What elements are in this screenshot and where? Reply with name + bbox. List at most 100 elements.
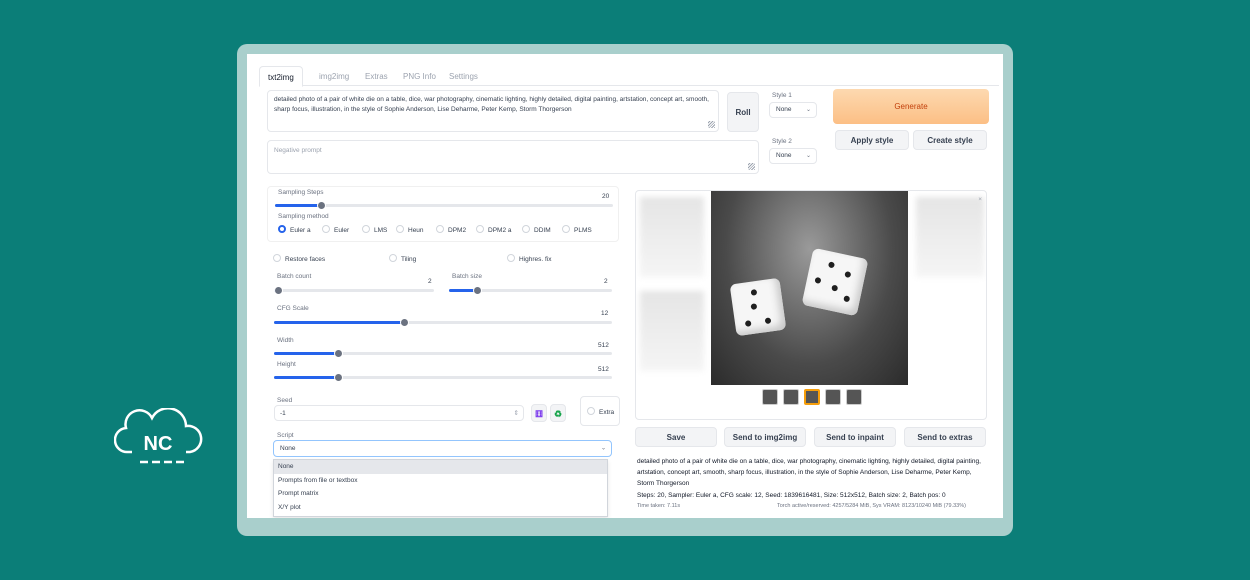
dropdown-option[interactable]: Prompts from file or textbox [274,474,607,488]
script-label: Script [277,432,294,439]
batch-count-slider[interactable] [274,286,434,295]
torch-info: Torch active/reserved: 4257/5284 MiB, Sy… [777,503,966,509]
height-value: 512 [598,366,609,373]
send-to-img2img-button[interactable]: Send to img2img [724,427,806,447]
dropdown-option[interactable]: None [274,460,607,474]
slider-handle[interactable] [334,349,343,358]
script-dropdown: None Prompts from file or textbox Prompt… [273,459,608,517]
radio-lms[interactable]: LMS [362,225,387,236]
style2-select[interactable]: None ⌄ [769,148,817,164]
highres-fix-checkbox[interactable]: Highres. fix [507,254,552,265]
nc-cloud-logo: NC [113,407,204,471]
output-params-text: Steps: 20, Sampler: Euler a, CFG scale: … [637,492,946,499]
dice-icon[interactable]: ⚅ [531,404,547,422]
send-to-extras-button[interactable]: Send to extras [904,427,986,447]
sampling-steps-label: Sampling Steps [278,189,324,196]
radio-euler-a[interactable]: Euler a [278,225,311,236]
negative-prompt-placeholder: Negative prompt [274,147,322,154]
tab-bar: txt2img img2img Extras PNG Info Settings [259,66,999,87]
sampling-steps-value: 20 [602,193,610,200]
webui-window: txt2img img2img Extras PNG Info Settings… [247,54,1003,518]
sampling-method-label: Sampling method [278,213,329,220]
restore-faces-checkbox[interactable]: Restore faces [273,254,325,265]
generate-button[interactable]: Generate [833,89,989,124]
seed-label: Seed [277,397,293,404]
width-slider[interactable] [274,349,612,358]
create-style-button[interactable]: Create style [913,130,987,150]
prompt-text: detailed photo of a pair of white die on… [274,96,709,113]
tab-extras[interactable]: Extras [357,66,396,87]
width-value: 512 [598,342,609,349]
apply-style-button[interactable]: Apply style [835,130,909,150]
logo-text: NC [144,433,173,455]
resize-handle-icon[interactable] [708,121,715,128]
width-label: Width [277,337,294,344]
prompt-input[interactable]: detailed photo of a pair of white die on… [267,90,719,132]
seed-value: -1 [280,410,286,417]
die-left [729,277,787,337]
radio-ddim[interactable]: DDIM [522,225,551,236]
style1-label: Style 1 [772,92,792,99]
generated-image[interactable] [711,191,908,385]
cfg-scale-slider[interactable] [274,318,612,327]
radio-dpm2-a[interactable]: DPM2 a [476,225,511,236]
die-right [801,247,869,317]
thumbnail[interactable] [783,389,799,405]
batch-size-slider[interactable] [449,286,612,295]
cfg-scale-value: 12 [601,310,609,317]
dropdown-option[interactable]: X/Y plot [274,501,607,515]
send-to-inpaint-button[interactable]: Send to inpaint [814,427,896,447]
thumbnail[interactable] [846,389,862,405]
slider-handle[interactable] [473,286,482,295]
save-button[interactable]: Save [635,427,717,447]
slider-handle[interactable] [317,201,326,210]
screenshot-frame: txt2img img2img Extras PNG Info Settings… [237,44,1013,536]
dropdown-option[interactable]: Prompt matrix [274,487,607,501]
sampling-panel: Sampling Steps 20 Sampling method Euler … [267,186,619,242]
chevron-down-icon: ⌄ [805,153,811,159]
tab-txt2img[interactable]: txt2img [259,66,303,87]
resize-handle-icon[interactable] [748,163,755,170]
recycle-icon[interactable]: ♻ [550,404,566,422]
negative-prompt-input[interactable]: Negative prompt [267,140,759,174]
thumbnail[interactable] [825,389,841,405]
output-gallery: × [635,190,987,420]
slider-handle[interactable] [274,286,283,295]
script-value: None [280,445,296,452]
height-slider[interactable] [274,373,612,382]
batch-size-label: Batch size [452,273,482,280]
style1-value: None [776,106,792,113]
chevron-down-icon: ⌄ [600,445,606,451]
extra-checkbox[interactable]: Extra [587,407,614,418]
thumbnail[interactable] [762,389,778,405]
radio-euler[interactable]: Euler [322,225,349,236]
tiling-checkbox[interactable]: Tiling [389,254,416,265]
stepper-icon[interactable]: ⇕ [514,409,519,417]
output-prompt-text: detailed photo of a pair of white die on… [637,458,981,487]
radio-plms[interactable]: PLMS [562,225,592,236]
slider-handle[interactable] [334,373,343,382]
chevron-down-icon: ⌄ [805,107,811,113]
roll-button[interactable]: Roll [727,92,759,132]
tab-png-info[interactable]: PNG Info [395,66,444,87]
thumbnail[interactable] [804,389,820,405]
sampling-steps-slider[interactable] [275,201,613,210]
radio-dpm2[interactable]: DPM2 [436,225,466,236]
batch-count-value: 2 [428,278,432,285]
script-select[interactable]: None ⌄ [273,440,612,457]
extra-panel: Extra [580,396,620,426]
close-icon[interactable]: × [978,196,982,203]
height-label: Height [277,361,296,368]
batch-size-value: 2 [604,278,608,285]
seed-input[interactable]: -1 ⇕ [274,405,524,421]
tab-settings[interactable]: Settings [441,66,486,87]
cfg-scale-label: CFG Scale [277,305,309,312]
tab-img2img[interactable]: img2img [311,66,357,87]
style1-select[interactable]: None ⌄ [769,102,817,118]
radio-heun[interactable]: Heun [396,225,424,236]
style2-label: Style 2 [772,138,792,145]
slider-handle[interactable] [400,318,409,327]
style2-value: None [776,152,792,159]
batch-count-label: Batch count [277,273,312,280]
time-taken: Time taken: 7.11s [637,503,681,509]
